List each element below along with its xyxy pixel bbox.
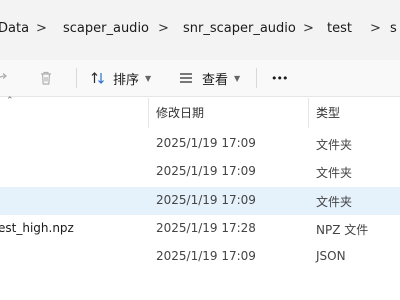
breadcrumb-item-scaper-audio[interactable]: scaper_audio <box>63 19 149 39</box>
file-type: JSON <box>316 249 346 263</box>
command-bar: 排序 ▼ 查看 ▼ ••• <box>0 60 400 97</box>
file-modified: 2025/1/19 17:09 <box>156 164 256 178</box>
breadcrumb-item-next[interactable]: s <box>390 19 397 39</box>
toolbar-divider <box>76 68 77 88</box>
file-type: 文件夹 <box>316 138 353 152</box>
address-bar[interactable]: Data > scaper_audio > snr_scaper_audio >… <box>0 0 400 60</box>
file-modified: 2025/1/19 17:09 <box>156 136 256 150</box>
more-button[interactable]: ••• <box>271 60 288 96</box>
breadcrumb-separator: > <box>158 21 169 36</box>
view-icon <box>180 73 192 83</box>
file-type: 文件夹 <box>316 195 353 209</box>
sort-button[interactable]: 排序 ▼ <box>90 60 151 96</box>
breadcrumb-separator: > <box>36 21 47 36</box>
file-modified: 2025/1/19 17:09 <box>156 193 256 207</box>
chevron-down-icon: ▼ <box>145 73 152 83</box>
more-icon: ••• <box>271 71 288 85</box>
breadcrumb-item-test[interactable]: test <box>327 19 352 39</box>
delete-icon <box>41 71 51 85</box>
file-modified: 2025/1/19 17:28 <box>156 221 256 235</box>
column-divider[interactable] <box>148 98 149 128</box>
file-row-selected[interactable]: 2025/1/19 17:09 文件夹 <box>0 187 400 215</box>
file-type: NPZ 文件 <box>316 223 369 237</box>
breadcrumb-item-snr-scaper-audio[interactable]: snr_scaper_audio <box>183 19 296 39</box>
column-header-modified[interactable]: 修改日期 <box>156 104 204 121</box>
delete-button[interactable] <box>38 60 60 96</box>
file-row[interactable]: est_high.npz 2025/1/19 17:28 NPZ 文件 <box>0 215 400 243</box>
sort-icon <box>91 72 104 84</box>
view-label: 查看 <box>202 72 229 88</box>
sort-label: 排序 <box>113 72 140 88</box>
column-header-type[interactable]: 类型 <box>316 104 340 121</box>
file-row[interactable]: 2025/1/19 17:09 JSON <box>0 243 400 271</box>
file-row[interactable]: 2025/1/19 17:09 文件夹 <box>0 158 400 186</box>
sort-arrow-icon[interactable]: ⌃ <box>6 96 14 106</box>
breadcrumb-separator: > <box>370 21 381 36</box>
file-modified: 2025/1/19 17:09 <box>156 249 256 263</box>
breadcrumb-item-data[interactable]: Data <box>0 19 29 39</box>
toolbar-divider <box>256 68 257 88</box>
column-divider[interactable] <box>308 98 309 128</box>
breadcrumb-separator: > <box>303 21 314 36</box>
file-name: est_high.npz <box>0 221 74 235</box>
file-type: 文件夹 <box>316 166 353 180</box>
chevron-down-icon: ▼ <box>234 73 241 83</box>
view-button[interactable]: 查看 ▼ <box>178 60 240 96</box>
file-row[interactable]: 2025/1/19 17:09 文件夹 <box>0 130 400 158</box>
share-icon <box>0 73 8 79</box>
share-button[interactable] <box>0 60 16 96</box>
